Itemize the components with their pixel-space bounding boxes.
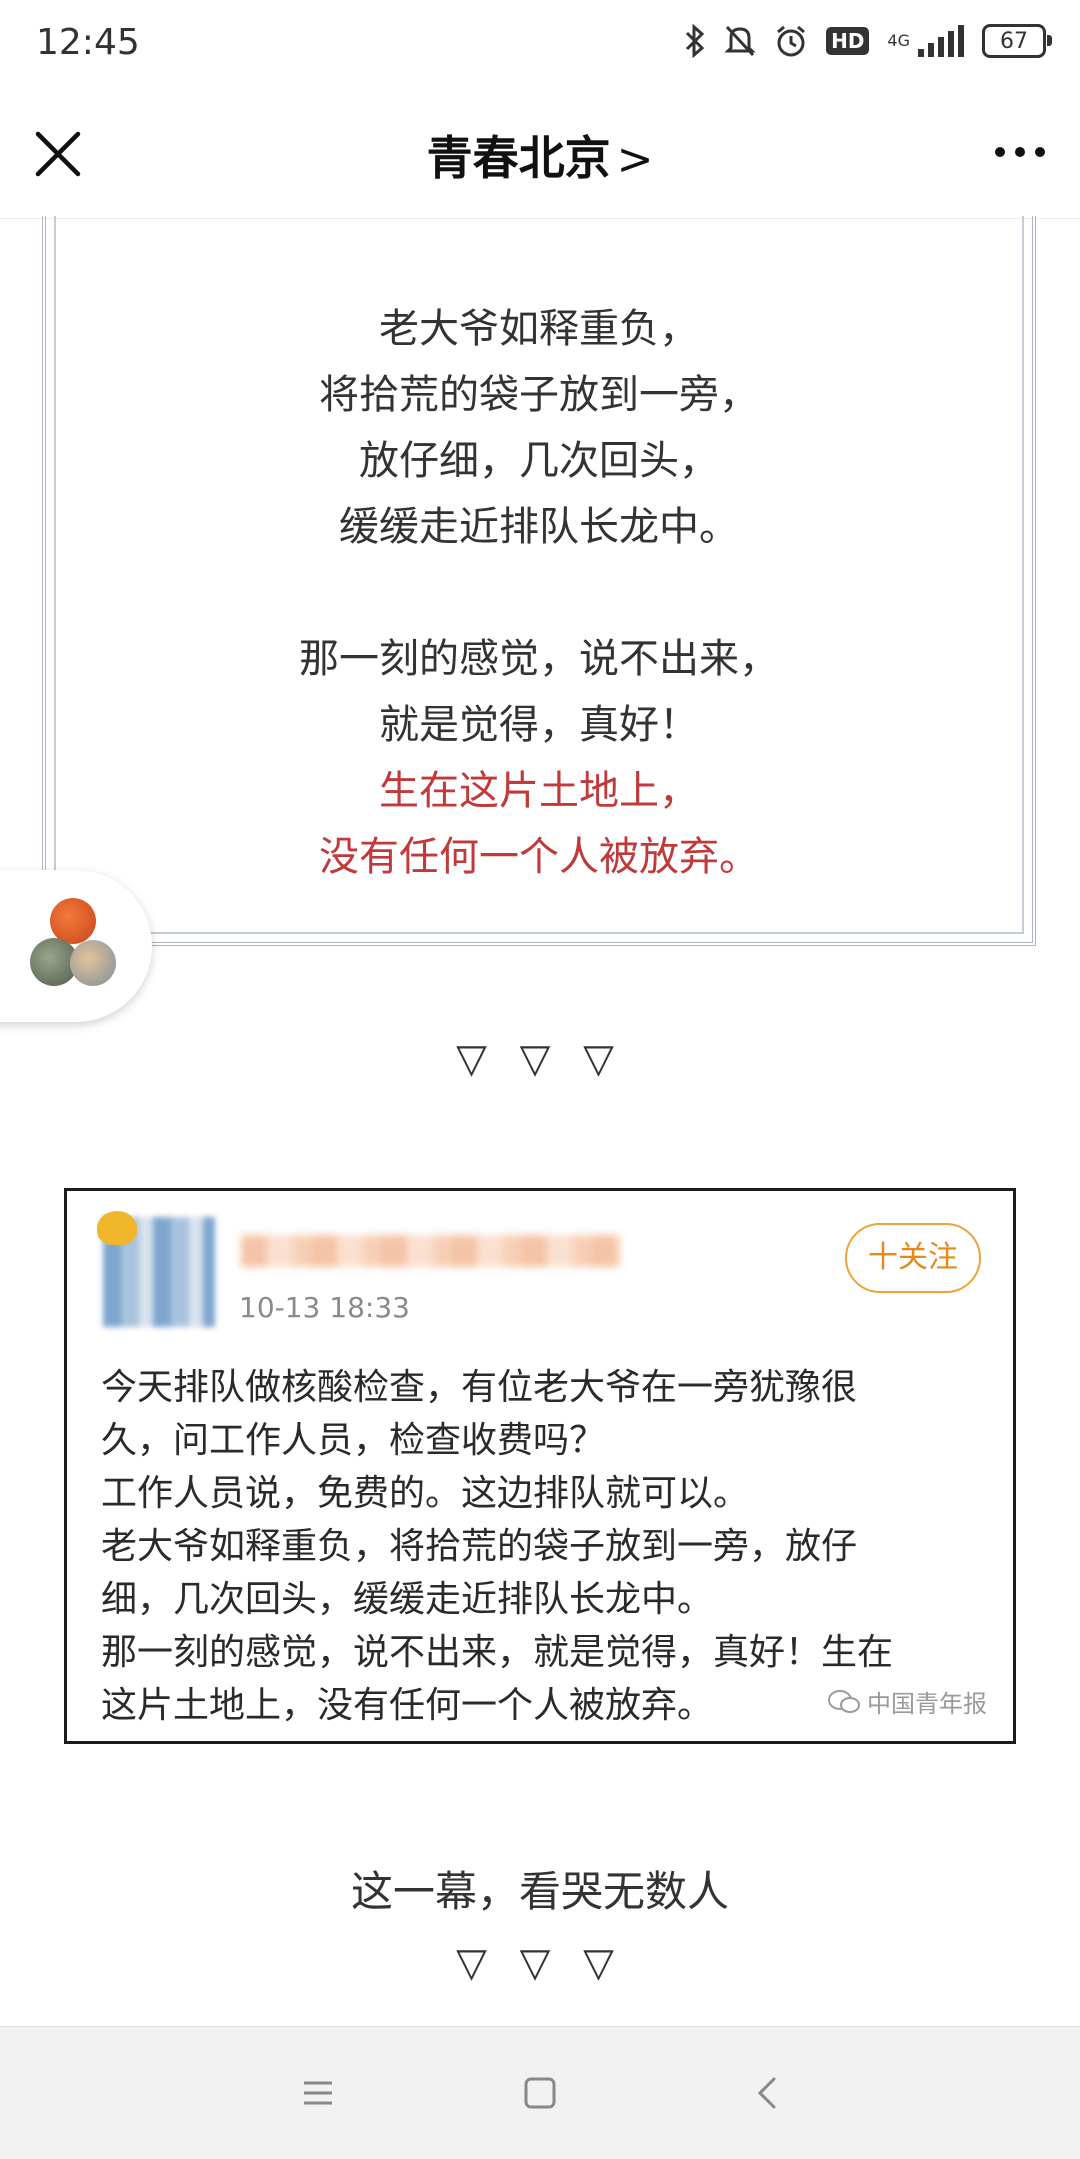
- caption-text: 这一幕，看哭无数人: [350, 1867, 729, 1916]
- account-title[interactable]: 青春北京 >: [0, 122, 1080, 188]
- status-bar: 12:45 HD 4G 67: [0, 0, 1080, 92]
- signal-icon: [918, 25, 964, 57]
- bluetooth-icon: [686, 24, 705, 58]
- poem-highlight-line: 没有任何一个人被放弃。: [319, 834, 759, 880]
- post-line: 细，几次回头，缓缓走近排队长龙中。: [101, 1579, 714, 1620]
- avatar: [70, 940, 116, 986]
- poem-line: 缓缓走近排队长龙中。: [339, 504, 739, 550]
- poem-highlight-line: 生在这片土地上，: [379, 768, 699, 814]
- title-bar: 青春北京 >: [0, 92, 1080, 219]
- poem-text: 老大爷如释重负， 将拾荒的袋子放到一旁， 放仔细，几次回头， 缓缓走近排队长龙中…: [46, 296, 1032, 890]
- watermark: 中国青年报: [827, 1684, 987, 1719]
- floating-avatars-button[interactable]: [0, 870, 152, 1022]
- hd-icon: HD: [826, 27, 870, 55]
- poem-line: 放仔细，几次回头，: [359, 438, 719, 484]
- post-line: 久，问工作人员，检查收费吗？: [101, 1420, 606, 1461]
- divider-triangles: ▽ ▽ ▽: [456, 1036, 624, 1082]
- poem-line: 就是觉得，真好！: [379, 702, 699, 748]
- watermark-text: 中国青年报: [867, 1690, 987, 1718]
- network-type: 4G: [887, 31, 910, 50]
- back-icon[interactable]: [742, 2067, 794, 2119]
- mute-bell-icon: [724, 25, 756, 57]
- post-line: 那一刻的感觉，说不出来，就是觉得，真好！生在: [101, 1632, 894, 1673]
- poem-line: 那一刻的感觉，说不出来，: [299, 636, 779, 682]
- weibo-post-card: 10-13 18:33 十关注 今天排队做核酸检查，有位老大爷在一旁犹豫很 久，…: [64, 1188, 1016, 1744]
- poem-line: 老大爷如释重负，: [379, 306, 699, 352]
- post-line: 工作人员说，免费的。这边排队就可以。: [101, 1473, 750, 1514]
- divider-triangles: ▽ ▽ ▽: [456, 1940, 624, 1986]
- account-name: 青春北京: [426, 131, 611, 185]
- battery-icon: 67: [982, 24, 1052, 58]
- post-line: 今天排队做核酸检查，有位老大爷在一旁犹豫很: [101, 1367, 858, 1408]
- username-blurred: [241, 1235, 621, 1267]
- post-time: 10-13 18:33: [239, 1291, 410, 1324]
- poem-line: 将拾荒的袋子放到一旁，: [319, 372, 759, 418]
- chevron-right-icon: >: [616, 134, 654, 185]
- battery-level: 67: [1000, 28, 1028, 54]
- stanza-gap: [46, 560, 1032, 626]
- menu-icon[interactable]: [292, 2067, 344, 2119]
- alarm-icon: [777, 25, 806, 57]
- status-time: 12:45: [36, 22, 140, 63]
- post-body: 今天排队做核酸检查，有位老大爷在一旁犹豫很 久，问工作人员，检查收费吗？ 工作人…: [101, 1361, 971, 1732]
- home-square-icon[interactable]: [514, 2067, 566, 2119]
- more-icon[interactable]: [990, 132, 1050, 172]
- follow-button[interactable]: 十关注: [845, 1223, 981, 1293]
- avatar-badge-icon: [97, 1211, 137, 1245]
- poem-frame: 老大爷如释重负， 将拾荒的袋子放到一旁， 放仔细，几次回头， 缓缓走近排队长龙中…: [42, 216, 1036, 946]
- post-line: 老大爷如释重负，将拾荒的袋子放到一旁，放仔: [101, 1526, 858, 1567]
- avatar: [50, 898, 96, 944]
- system-nav-bar: [0, 2026, 1080, 2159]
- status-icons: HD 4G 67: [684, 24, 1052, 58]
- wechat-icon: [828, 1689, 860, 1713]
